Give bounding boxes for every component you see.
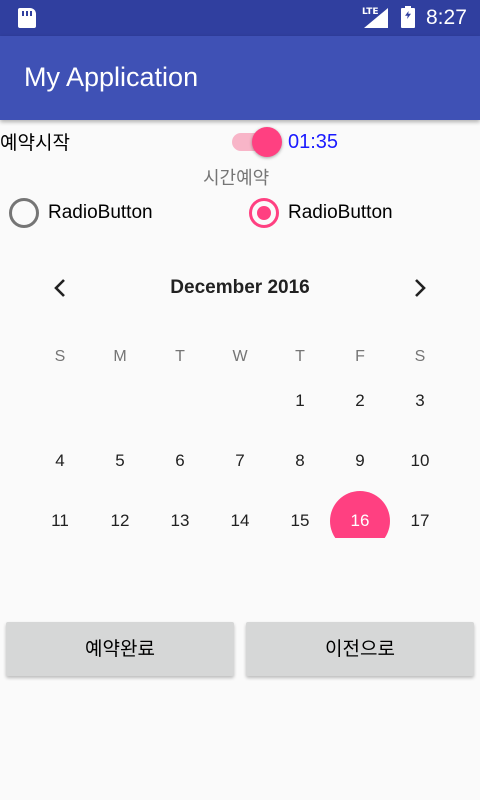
calendar-day[interactable]: 13 [150,492,210,538]
calendar-day[interactable]: 15 [270,492,330,538]
calendar-weekday: W [232,348,248,365]
calendar-day[interactable]: 6 [150,432,210,490]
app-bar: My Application [0,36,480,120]
radio-label: RadioButton [288,202,393,223]
previous-button[interactable]: 이전으로 [246,622,474,676]
calendar-weekday: T [175,348,185,365]
calendar-day[interactable]: 4 [30,432,90,490]
calendar-weekday: F [355,348,365,365]
calendar-weekday: S [54,348,66,365]
switch-thumb [252,127,282,157]
calendar-weekday: T [295,348,305,365]
calendar-day[interactable]: 8 [270,432,330,490]
calendar-day[interactable]: 14 [210,492,270,538]
calendar-day[interactable]: 12 [90,492,150,538]
calendar-day[interactable]: 1 [270,372,330,430]
app-title: My Application [24,62,199,92]
calendar-weekday: M [113,348,127,365]
calendar-weekday-header: SMTWTFS [30,348,450,368]
reserve-start-label: 예약시작 [0,132,70,154]
battery-charging-icon [401,6,415,28]
radio-label: RadioButton [48,202,153,223]
time-reserve-label: 시간예약 [203,168,270,189]
reserve-complete-button[interactable]: 예약완료 [6,622,234,676]
reserve-time-value: 01:35 [288,131,339,153]
calendar-day[interactable]: 9 [330,432,390,490]
calendar-view: December 2016 SMTWTFS 1 2 3 4 5 6 7 8 9 10 11 12 13 1… [30,260,450,538]
calendar-weekday: S [414,348,426,365]
calendar-day[interactable]: 10 [390,432,450,490]
calendar-day[interactable]: 5 [90,432,150,490]
calendar-day[interactable]: 17 [390,492,450,538]
signal-icon [364,8,388,28]
sd-card-icon [18,8,36,28]
calendar-day[interactable]: 3 [390,372,450,430]
chevron-right-icon[interactable] [410,276,430,300]
radio-checked-icon [249,198,279,228]
calendar-day-selected[interactable]: 16 [330,491,390,538]
status-clock: 8:27 [426,6,467,29]
calendar-day[interactable]: 2 [330,372,390,430]
status-bar: LTE 8:27 [0,0,480,36]
reserve-toggle-switch[interactable] [232,125,284,157]
radio-unchecked-icon [9,198,39,228]
calendar-day[interactable]: 11 [30,492,90,538]
calendar-month-label: December 2016 [170,277,310,298]
calendar-day[interactable]: 7 [210,432,270,490]
